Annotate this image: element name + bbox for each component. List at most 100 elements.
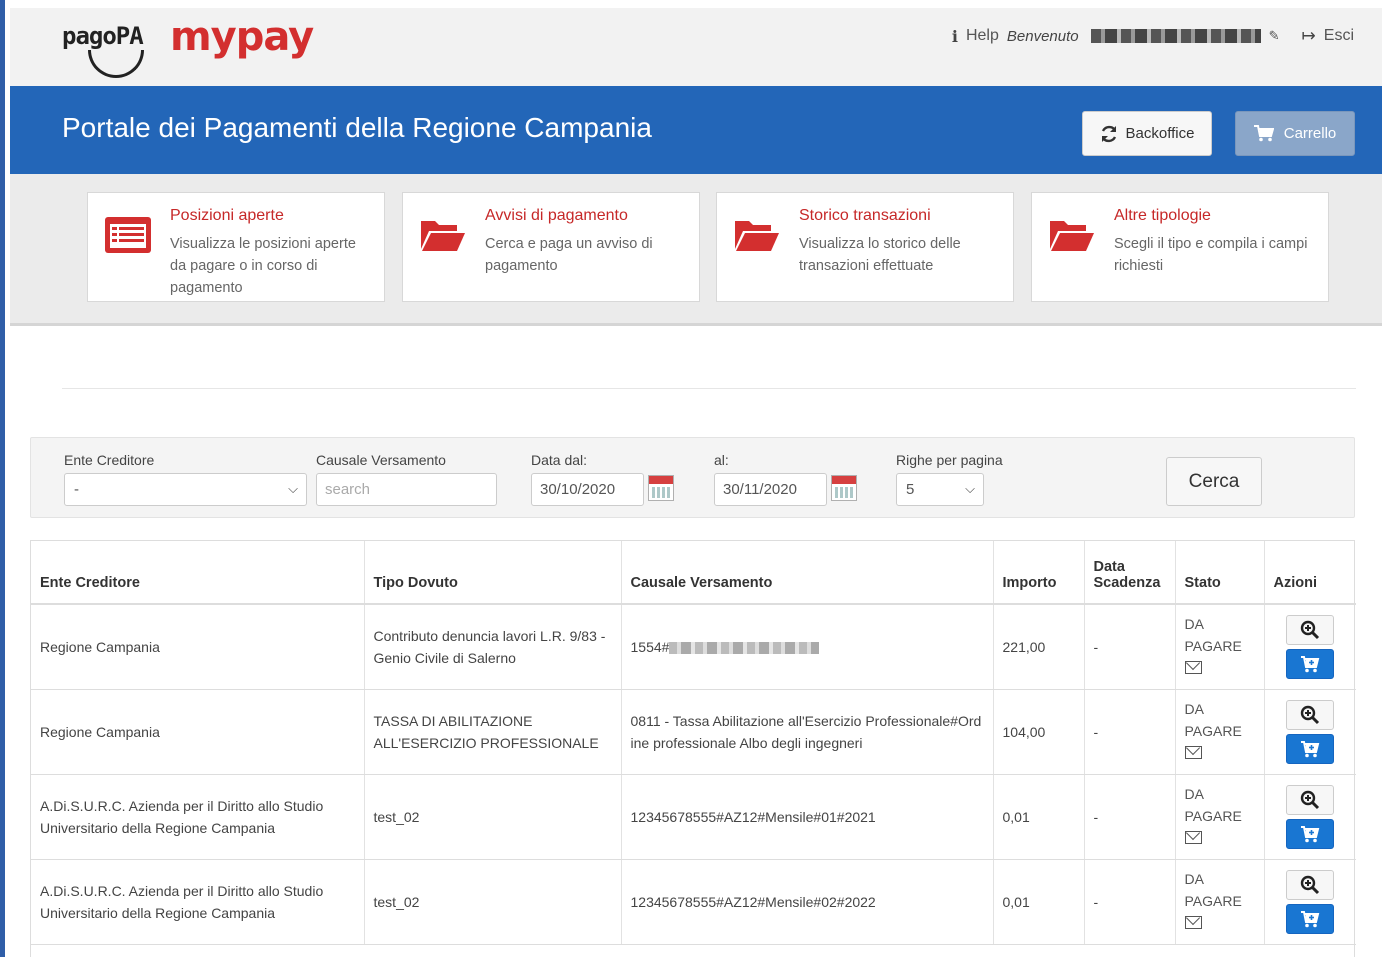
col-azioni: Azioni [1264,541,1356,605]
cell-causale: 1554# [621,604,994,690]
cart-plus-icon [1301,740,1320,757]
list-icon [105,217,151,253]
cell-azioni [1264,689,1356,775]
add-to-cart-button[interactable] [1286,903,1335,934]
exit-link[interactable]: Esci [1324,27,1354,45]
add-to-cart-button[interactable] [1286,818,1335,849]
card-description: Visualizza le posizioni aperte da pagare… [170,236,356,296]
backoffice-button[interactable]: Backoffice [1082,111,1212,156]
cell-scadenza: - [1084,774,1176,860]
envelope-icon[interactable] [1184,916,1202,929]
cell-causale: 12345678555#AZ12#Mensile#02#2022 [621,859,994,945]
zoom-in-icon [1301,790,1320,809]
righe-per-pagina-label: Righe per pagina [896,452,1003,468]
cart-label: Carrello [1283,125,1337,142]
search-button[interactable]: Cerca [1166,457,1262,506]
view-details-button[interactable] [1286,614,1335,645]
page-title: Portale dei Pagamenti della Regione Camp… [62,112,652,143]
envelope-icon[interactable] [1184,746,1202,759]
cell-stato: DA PAGARE [1175,774,1265,860]
table-row: A.Di.S.U.R.C. Azienda per il Diritto all… [31,859,1356,945]
pagopa-logo[interactable]: pagoPA [62,22,144,50]
cart-button[interactable]: Carrello [1235,111,1355,156]
add-to-cart-button[interactable] [1286,733,1335,764]
mypay-logo[interactable]: mypay [170,14,314,60]
envelope-icon[interactable] [1184,831,1202,844]
data-al-input[interactable]: 30/11/2020 [714,473,827,506]
ente-creditore-select[interactable]: - ⌵ [64,473,307,506]
card-posizioni-aperte[interactable]: Posizioni aperte Visualizza le posizioni… [87,192,385,302]
righe-per-pagina-value: 5 [906,481,915,498]
cart-plus-icon [1301,655,1320,673]
cell-azioni [1264,774,1356,860]
view-details-button[interactable] [1286,699,1335,730]
pagopa-logo-arc [88,50,144,78]
user-edit-icon[interactable]: ✎ [1269,28,1280,44]
redacted-text [669,642,820,655]
cell-azioni [1264,604,1356,690]
table-row: Regione Campania TASSA DI ABILITAZIONE A… [31,689,1356,775]
envelope-icon[interactable] [1184,661,1202,675]
chevron-down-icon: ⌵ [288,481,298,496]
cell-ente: A.Di.S.U.R.C. Azienda per il Diritto all… [31,859,365,945]
folder-open-icon [421,221,465,251]
col-tipo-dovuto[interactable]: Tipo Dovuto [364,541,622,605]
righe-per-pagina-select[interactable]: 5 ⌵ [896,473,984,506]
info-icon: i [951,26,958,46]
help-link[interactable]: Help [966,27,999,45]
causale-label: Causale Versamento [316,452,446,468]
cell-importo: 0,01 [993,774,1085,860]
nav-cards-strip: Posizioni aperte Visualizza le posizioni… [10,174,1382,326]
status-text: DA PAGARE [1184,701,1242,739]
cell-scadenza: - [1084,604,1176,690]
status-text: DA PAGARE [1184,786,1242,824]
table-row: A.Di.S.U.R.C. Azienda per il Diritto all… [31,774,1356,860]
user-name-redacted [1090,29,1261,43]
data-dal-label: Data dal: [531,452,588,468]
cell-ente: Regione Campania [31,604,365,690]
app-frame: pagoPA mypay i Help Benvenuto ✎ ↦ Esci P… [0,0,1382,957]
ente-creditore-value: - [74,481,79,498]
calendar-icon[interactable] [648,475,674,501]
cell-scadenza: - [1084,859,1176,945]
portal-header: Portale dei Pagamenti della Regione Camp… [10,86,1382,174]
col-importo[interactable]: Importo [993,541,1085,605]
card-description: Scegli il tipo e compila i campi richies… [1114,236,1308,274]
section-divider [62,388,1356,389]
causale-text: 1554# [630,638,670,655]
card-storico-transazioni[interactable]: Storico transazioni Visualizza lo storic… [716,192,1014,302]
ente-creditore-label: Ente Creditore [64,452,155,468]
col-causale-versamento[interactable]: Causale Versamento [621,541,994,605]
cell-tipo: TASSA DI ABILITAZIONE ALL'ESERCIZIO PROF… [364,689,622,775]
card-avvisi-pagamento[interactable]: Avvisi di pagamento Cerca e paga un avvi… [402,192,700,302]
left-border [0,0,5,957]
cell-stato: DA PAGARE [1175,689,1265,775]
causale-search-input[interactable]: search [316,473,497,506]
cell-tipo: test_02 [364,774,622,860]
folder-open-icon [1050,221,1094,251]
view-details-button[interactable] [1286,784,1335,815]
col-ente-creditore[interactable]: Ente Creditore [31,541,365,605]
zoom-in-icon [1301,705,1320,724]
cell-importo: 221,00 [993,604,1085,690]
sign-out-icon[interactable]: ↦ [1302,26,1316,46]
data-al-label: al: [714,452,729,468]
cell-importo: 104,00 [993,689,1085,775]
calendar-icon[interactable] [831,475,857,501]
card-altre-tipologie[interactable]: Altre tipologie Scegli il tipo e compila… [1031,192,1329,302]
cell-ente: Regione Campania [31,689,365,775]
refresh-icon [1101,125,1116,142]
view-details-button[interactable] [1286,869,1335,900]
data-dal-input[interactable]: 30/10/2020 [531,473,644,506]
cell-ente: A.Di.S.U.R.C. Azienda per il Diritto all… [31,774,365,860]
add-to-cart-button[interactable] [1286,648,1335,679]
table-header-row: Ente Creditore Tipo Dovuto Causale Versa… [31,541,1356,605]
folder-open-icon [735,221,779,251]
col-data-scadenza[interactable]: Data Scadenza [1084,541,1176,605]
payments-table: Ente Creditore Tipo Dovuto Causale Versa… [30,540,1356,957]
top-bar: pagoPA mypay i Help Benvenuto ✎ ↦ Esci [10,8,1382,86]
col-stato[interactable]: Stato [1175,541,1265,605]
cell-tipo: test_02 [364,859,622,945]
cell-causale: 0811 - Tassa Abilitazione all'Esercizio … [621,689,994,775]
table-row: Regione Campania Contributo denuncia lav… [31,604,1356,690]
